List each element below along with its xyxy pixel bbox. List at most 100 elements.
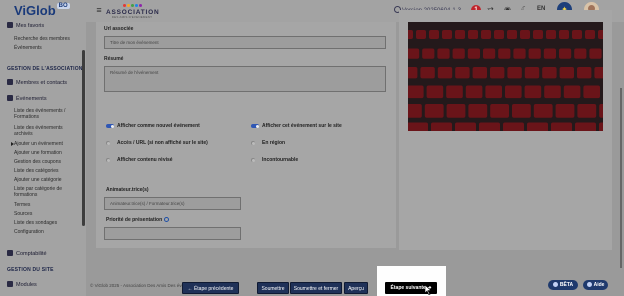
seat	[465, 85, 483, 99]
seat	[442, 30, 452, 39]
seat	[455, 122, 476, 131]
seat	[599, 104, 603, 118]
sidebar-item-surveys[interactable]: Liste des sondages	[14, 220, 57, 226]
sidebar-scrollbar[interactable]	[82, 50, 85, 226]
toggle-revised[interactable]	[106, 158, 110, 162]
calendar-icon	[7, 95, 13, 101]
seat	[446, 104, 466, 118]
hosts-input[interactable]: Animateur.trice(s) / Formateur.trice(s)	[104, 197, 241, 210]
seat	[520, 30, 530, 39]
seat	[577, 104, 597, 118]
sidebar-item-terms[interactable]: Termes	[14, 202, 30, 208]
sidebar-item-accounting[interactable]: Comptabilité	[7, 250, 47, 257]
seat	[528, 48, 541, 59]
sidebar-item-members[interactable]: Membres et contacts	[7, 79, 67, 86]
toggle-new-event[interactable]	[106, 124, 114, 128]
seat	[551, 122, 572, 131]
seat	[544, 85, 561, 99]
sidebar-item-add-event[interactable]: Ajouter un événement	[11, 141, 63, 147]
event-image[interactable]	[408, 22, 603, 131]
seat	[422, 48, 435, 59]
seat	[594, 67, 603, 79]
beta-icon	[552, 282, 558, 287]
seat	[431, 122, 452, 131]
seat	[503, 122, 524, 131]
association-logo: ASSOCIATION DES AMIS D'EVENEMENT	[106, 4, 159, 19]
seat	[455, 30, 465, 39]
seat	[468, 104, 488, 118]
seat	[437, 48, 450, 59]
toggle-access-url[interactable]	[106, 141, 110, 145]
previous-step-button[interactable]: ← Étape précédente	[182, 282, 239, 294]
seat	[490, 104, 509, 118]
seat	[533, 30, 543, 39]
toggle-show-on-site[interactable]	[251, 124, 259, 128]
sidebar-item-archived-2[interactable]: archivés	[14, 131, 33, 137]
summary-textarea[interactable]: Résumé de l'événement	[104, 66, 386, 92]
seat	[446, 85, 463, 99]
sidebar-item-configuration[interactable]: Configuration	[14, 229, 44, 235]
seat	[533, 104, 553, 118]
seat	[507, 67, 522, 79]
seat	[577, 67, 592, 79]
seat	[524, 67, 540, 79]
sidebar-section-management: GESTION DE L'ASSOCIATION	[7, 66, 83, 72]
seat	[490, 67, 505, 79]
seat	[408, 30, 413, 39]
opt-revised-label: Afficher contenu révisé	[117, 157, 173, 163]
priority-label: Priorité de présentation	[106, 217, 169, 223]
event-form: Url associée Titre de mon événement Résu…	[96, 22, 396, 248]
sidebar-item-member-search[interactable]: Recherche des membres	[14, 36, 70, 42]
sidebar-item-events-fav[interactable]: Événements	[14, 45, 42, 51]
page-scrollbar[interactable]	[620, 88, 622, 268]
sidebar-item-favorites[interactable]: Mes favoris	[7, 22, 44, 29]
sidebar-item-categories[interactable]: Liste des catégories	[14, 168, 58, 174]
seat	[512, 104, 531, 118]
sidebar-section-site: GESTION DU SITE	[7, 267, 54, 273]
sidebar-item-modules[interactable]: Modules	[7, 281, 37, 288]
priority-input[interactable]	[104, 227, 241, 240]
preview-button[interactable]: Aperçu	[344, 282, 368, 294]
sidebar-item-coupons[interactable]: Gestion des coupons	[14, 159, 61, 165]
seat	[429, 30, 439, 39]
seat	[513, 48, 526, 59]
associated-url-label: Url associée	[104, 26, 134, 32]
seat	[452, 48, 465, 59]
seat	[585, 30, 595, 39]
seat	[598, 30, 603, 39]
info-icon[interactable]	[163, 217, 169, 222]
submit-button[interactable]: Soumettre	[257, 282, 289, 294]
seat	[542, 67, 557, 79]
seat	[572, 30, 582, 39]
seat	[408, 104, 422, 118]
seat	[437, 67, 453, 79]
calculator-icon	[7, 250, 13, 256]
sidebar-item-add-category[interactable]: Ajouter une catégorie	[14, 177, 62, 183]
seat	[467, 48, 480, 59]
sidebar-item-event-list-2[interactable]: Formations	[14, 114, 39, 120]
sidebar-item-add-training[interactable]: Ajouter une formation	[14, 150, 62, 156]
mouse-cursor-icon	[425, 285, 432, 295]
seat	[408, 122, 428, 131]
logo-text: ViGlob	[14, 3, 56, 18]
seat	[426, 85, 444, 99]
collapse-sidebar-icon[interactable]: ≡	[94, 5, 104, 15]
help-button[interactable]: Aide	[583, 280, 608, 290]
seat	[479, 122, 500, 131]
beta-button[interactable]: BÊTA	[548, 280, 578, 290]
sidebar-item-category-list-2[interactable]: formations	[14, 192, 37, 198]
seat	[555, 104, 575, 118]
toggle-region[interactable]	[251, 141, 255, 145]
sidebar-item-sources[interactable]: Sources	[14, 211, 32, 217]
seat	[408, 48, 420, 59]
seat	[574, 48, 587, 59]
submit-close-button[interactable]: Soumettre et fermer	[290, 282, 342, 294]
app-logo[interactable]: ViGlob BO	[14, 3, 70, 18]
sidebar-item-events[interactable]: Événements	[7, 95, 47, 102]
logo-badge: BO	[56, 3, 70, 9]
seat	[563, 85, 581, 99]
seat	[424, 104, 444, 118]
toggle-unmissable[interactable]	[251, 158, 255, 162]
title-input[interactable]: Titre de mon événement	[104, 36, 386, 49]
seat	[408, 85, 424, 99]
